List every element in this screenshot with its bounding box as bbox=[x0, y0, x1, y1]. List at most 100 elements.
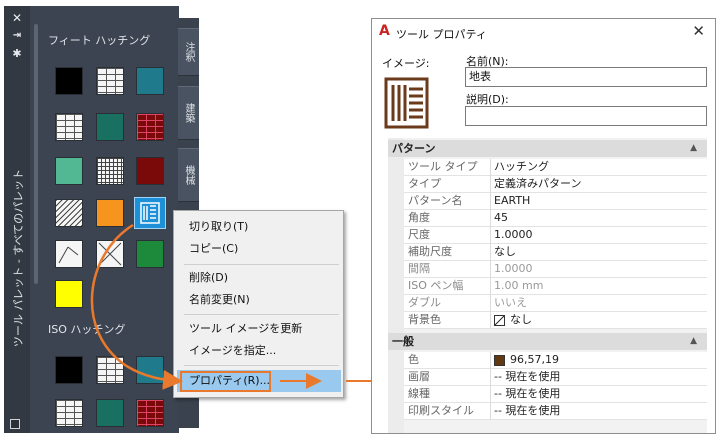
section-pattern[interactable]: パターン ▲ bbox=[388, 140, 707, 157]
tool-image-preview[interactable] bbox=[384, 77, 429, 129]
prop-row: 補助尺度 なし bbox=[404, 244, 707, 261]
close-icon[interactable]: ✕ bbox=[10, 12, 24, 24]
auto-hide-icon[interactable]: ⇥ bbox=[10, 30, 24, 42]
prop-value[interactable]: 1.0000 bbox=[494, 227, 533, 243]
menu-separator bbox=[184, 314, 339, 315]
earth-hatch-icon bbox=[140, 202, 160, 224]
prop-value[interactable]: 45 bbox=[494, 210, 508, 226]
hatch-sketch[interactable] bbox=[55, 240, 83, 268]
hatch-brick[interactable] bbox=[96, 67, 124, 95]
prop-key: 色 bbox=[408, 353, 419, 366]
menu-item-cut[interactable]: 切り取り(T) bbox=[189, 218, 248, 236]
palette-titlebar: ✕ ⇥ ✱ ツール パレット - すべてのパレット bbox=[4, 6, 30, 433]
prop-value[interactable]: -- 現在を使用 bbox=[494, 403, 560, 419]
prop-key: 尺度 bbox=[408, 228, 430, 241]
prop-row: ISO ペン幅 1.00 mm bbox=[404, 278, 707, 295]
hatch-cross[interactable] bbox=[96, 240, 124, 268]
tool-palette: ✕ ⇥ ✱ ツール パレット - すべてのパレット フィート ハッチング ISO… bbox=[4, 6, 179, 433]
no-color-icon bbox=[494, 315, 505, 326]
prop-key: ツール タイプ bbox=[408, 160, 478, 173]
menu-separator bbox=[184, 264, 339, 265]
tool-properties-dialog: A ツール プロパティ ✕ イメージ: 名前(N): 地表 説明(D): パター… bbox=[371, 18, 716, 434]
iso-solid-green[interactable] bbox=[96, 399, 124, 427]
prop-value[interactable]: なし bbox=[494, 244, 516, 260]
prop-value[interactable]: -- 現在を使用 bbox=[494, 369, 560, 385]
sketch-hatch-icon bbox=[58, 246, 79, 264]
prop-value: いいえ bbox=[494, 296, 527, 309]
menu-item-properties[interactable]: プロパティ(R)... bbox=[189, 372, 270, 390]
iso-brick[interactable] bbox=[96, 356, 124, 384]
section-pattern-label: パターン bbox=[392, 142, 436, 155]
prop-row: 色 96,57,19 bbox=[404, 352, 707, 369]
hatch-solid-teal[interactable] bbox=[136, 67, 164, 95]
prop-row: ダブル いいえ bbox=[404, 295, 707, 312]
prop-value[interactable]: 96,57,19 bbox=[510, 352, 559, 368]
prop-value[interactable]: なし bbox=[510, 312, 532, 328]
prop-key: ISO ペン幅 bbox=[408, 279, 464, 292]
hatch-brick-red[interactable] bbox=[136, 113, 164, 141]
hatch-solid-yellow[interactable] bbox=[55, 280, 83, 308]
hatch-grid[interactable] bbox=[96, 157, 124, 185]
iso-brick-red[interactable] bbox=[136, 399, 164, 427]
prop-key: パターン名 bbox=[408, 194, 463, 207]
description-label: 説明(D): bbox=[466, 93, 509, 106]
iso-solid-black[interactable] bbox=[55, 356, 83, 384]
prop-row: ツール タイプ ハッチング bbox=[404, 159, 707, 176]
prop-key: ダブル bbox=[408, 296, 441, 309]
hatch-solid-orange[interactable] bbox=[96, 199, 124, 227]
tab-annotation[interactable]: 注釈 bbox=[178, 28, 199, 76]
palette-menu-icon[interactable] bbox=[10, 419, 20, 429]
menu-item-rename[interactable]: 名前変更(N) bbox=[189, 291, 250, 309]
tab-mechanical[interactable]: 機械 bbox=[178, 148, 199, 202]
prop-row: パターン名 EARTH bbox=[404, 193, 707, 210]
name-field[interactable]: 地表 bbox=[465, 67, 707, 87]
image-label: イメージ: bbox=[382, 57, 430, 70]
palette-title: ツール パレット - すべてのパレット bbox=[12, 168, 25, 348]
menu-item-copy[interactable]: コピー(C) bbox=[189, 240, 238, 258]
prop-key: 角度 bbox=[408, 211, 430, 224]
tab-architecture[interactable]: 建築 bbox=[178, 86, 199, 140]
prop-row: 間隔 1.0000 bbox=[404, 261, 707, 278]
group-feet-hatch: フィート ハッチング bbox=[48, 34, 151, 47]
prop-value[interactable]: 定義済みパターン bbox=[494, 176, 581, 192]
hatch-solid-black[interactable] bbox=[55, 67, 83, 95]
section-general-label: 一般 bbox=[392, 335, 414, 348]
hatch-solid-mint[interactable] bbox=[55, 157, 83, 185]
hatch-diagonal[interactable] bbox=[55, 199, 83, 227]
prop-row: 線種 -- 現在を使用 bbox=[404, 386, 707, 403]
hatch-solid-green[interactable] bbox=[96, 113, 124, 141]
menu-separator bbox=[184, 365, 339, 366]
prop-row: 画層 -- 現在を使用 bbox=[404, 369, 707, 386]
prop-value: 1.00 mm bbox=[494, 279, 544, 292]
palette-scrollbar[interactable] bbox=[34, 24, 38, 284]
earth-hatch-icon bbox=[384, 77, 429, 129]
menu-item-delete[interactable]: 削除(D) bbox=[189, 269, 228, 287]
prop-key: 線種 bbox=[408, 387, 430, 400]
hatch-solid-darkred[interactable] bbox=[136, 157, 164, 185]
prop-key: 印刷スタイル bbox=[408, 404, 474, 417]
prop-key: 画層 bbox=[408, 370, 430, 383]
autocad-logo-icon: A bbox=[379, 23, 390, 39]
grid-gutter bbox=[388, 138, 404, 433]
menu-item-update-image[interactable]: ツール イメージを更新 bbox=[189, 320, 302, 338]
hatch-earth-selected[interactable] bbox=[134, 197, 166, 229]
section-general[interactable]: 一般 ▲ bbox=[388, 333, 707, 350]
iso-solid-teal[interactable] bbox=[136, 356, 164, 384]
hatch-solid-darkgreen[interactable] bbox=[136, 240, 164, 268]
close-icon[interactable]: ✕ bbox=[692, 22, 705, 40]
chevron-up-icon: ▲ bbox=[690, 143, 697, 153]
prop-value[interactable]: -- 現在を使用 bbox=[494, 386, 560, 402]
prop-row: 尺度 1.0000 bbox=[404, 227, 707, 244]
iso-brick-2[interactable] bbox=[55, 399, 83, 427]
description-field[interactable] bbox=[465, 106, 707, 126]
hatch-brick-2[interactable] bbox=[55, 113, 83, 141]
prop-value: 1.0000 bbox=[494, 262, 533, 275]
dialog-title: ツール プロパティ bbox=[396, 28, 487, 41]
color-swatch bbox=[494, 355, 505, 366]
prop-value[interactable]: ハッチング bbox=[494, 159, 549, 175]
prop-key: 背景色 bbox=[408, 313, 441, 326]
menu-item-specify-image[interactable]: イメージを指定... bbox=[189, 342, 276, 360]
cross-hatch-icon bbox=[98, 242, 122, 266]
prop-value[interactable]: EARTH bbox=[494, 193, 530, 209]
prop-row: 印刷スタイル -- 現在を使用 bbox=[404, 403, 707, 420]
